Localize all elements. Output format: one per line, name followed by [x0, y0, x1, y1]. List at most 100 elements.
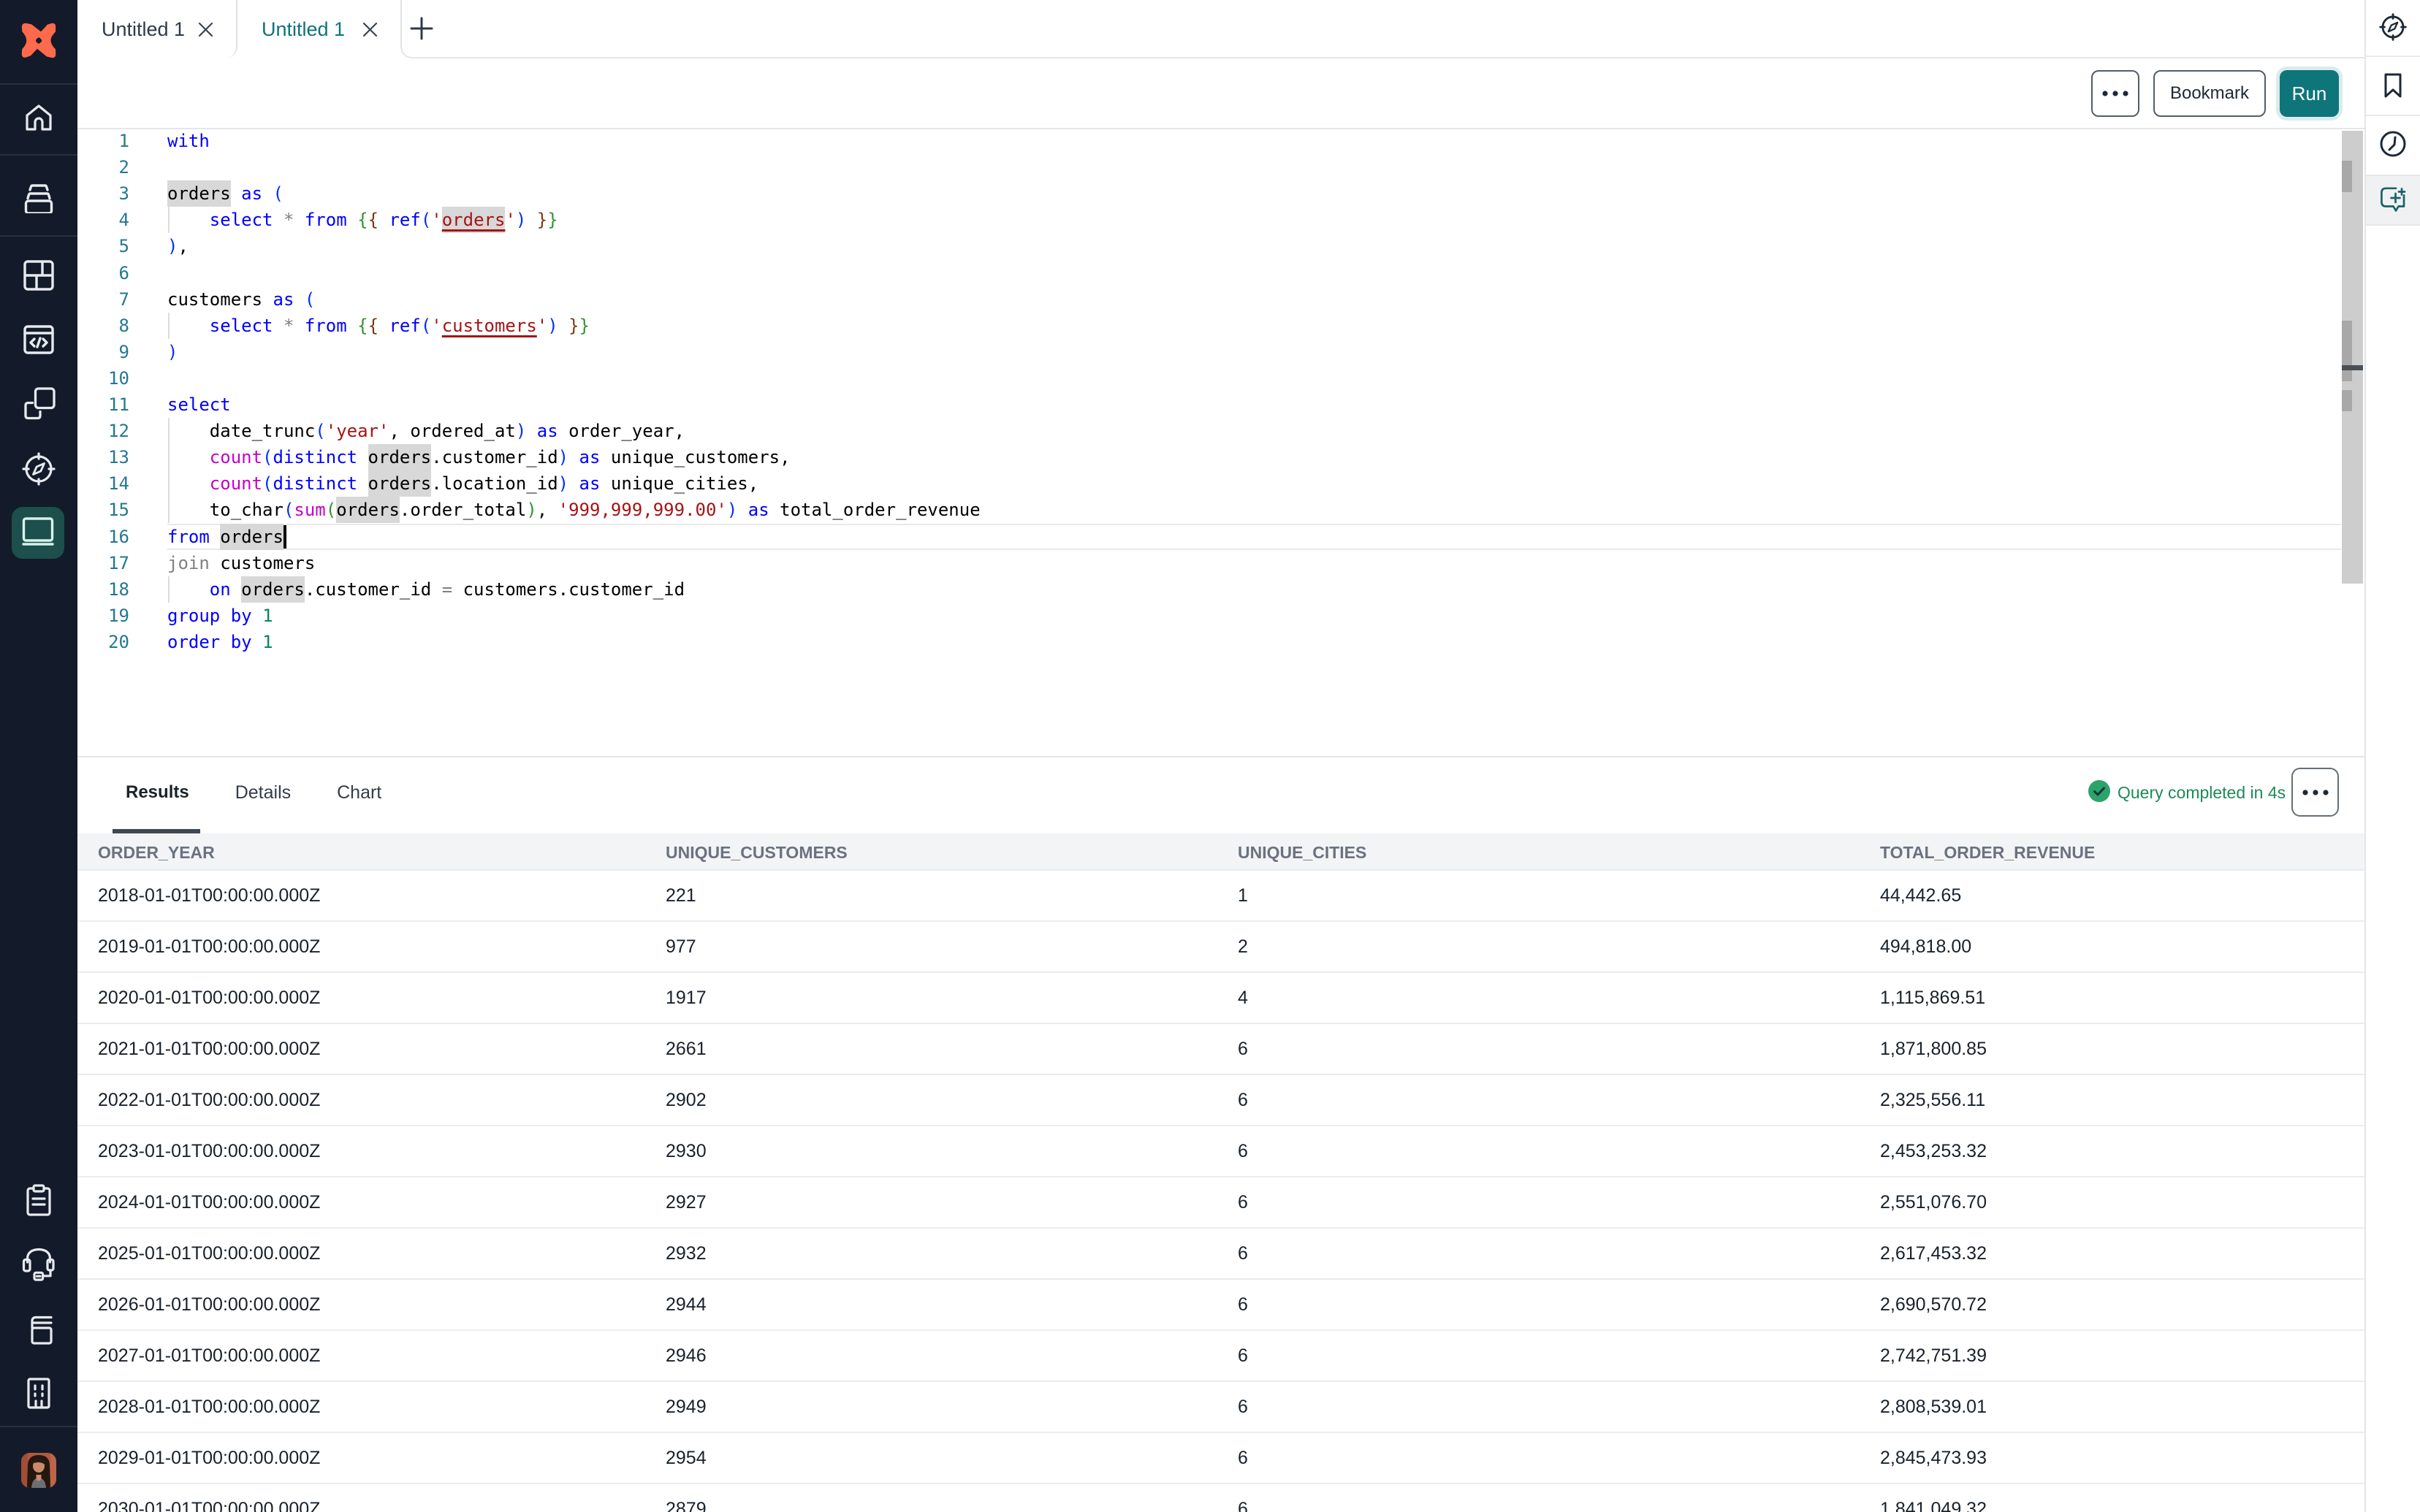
code-line-8[interactable]: 8 select * from {{ ref('customers') }} [77, 313, 2364, 339]
text-cursor [284, 525, 286, 549]
line-number: 1 [77, 128, 129, 154]
table-cell: 2954 [666, 1433, 707, 1483]
line-number: 3 [77, 180, 129, 207]
run-button[interactable]: Run [2280, 70, 2339, 117]
line-number: 9 [77, 339, 129, 365]
new-tab-button[interactable] [406, 12, 438, 45]
code-line-13[interactable]: 13 count(distinct orders.customer_id) as… [77, 444, 2364, 470]
code-line-6[interactable]: 6 [77, 260, 2364, 286]
table-row: 2021-01-01T00:00:00.000Z266161,871,800.8… [77, 1024, 2364, 1075]
table-cell: 2023-01-01T00:00:00.000Z [98, 1126, 320, 1176]
table-cell: 2027-01-01T00:00:00.000Z [98, 1331, 320, 1381]
code-line-1[interactable]: 1with [77, 128, 2364, 154]
table-cell: 2949 [666, 1382, 707, 1432]
code-line-7[interactable]: 7customers as ( [77, 286, 2364, 313]
tab-untitled-2-active[interactable]: Untitled 1 [237, 0, 400, 58]
editor-more-options-button[interactable] [2091, 70, 2139, 117]
code-line-12[interactable]: 12 date_trunc('year', ordered_at) as ord… [77, 418, 2364, 444]
code-line-20[interactable]: 20order by 1 [77, 629, 2364, 655]
clipboard-icon [23, 1183, 55, 1217]
results-tab-details[interactable]: Details [222, 757, 304, 828]
bookmark-button[interactable]: Bookmark [2153, 70, 2266, 117]
right-sidebar-item-explore[interactable] [2366, 11, 2420, 46]
line-number: 16 [77, 524, 129, 550]
sql-code-editor[interactable]: 1with23orders as (4 select * from {{ ref… [77, 128, 2364, 756]
home-icon [22, 102, 56, 135]
sidebar-item-windows[interactable] [0, 387, 77, 421]
table-cell: 2,690,570.72 [1880, 1280, 1987, 1329]
book-icon [23, 1312, 55, 1345]
sidebar-item-home[interactable] [0, 101, 77, 136]
headset-icon [22, 1248, 56, 1281]
table-cell: 2029-01-01T00:00:00.000Z [98, 1433, 320, 1483]
code-line-3[interactable]: 3orders as ( [77, 180, 2364, 207]
table-cell: 6 [1238, 1331, 1248, 1381]
user-avatar[interactable] [21, 1453, 56, 1488]
table-cell: 2930 [666, 1126, 707, 1176]
sidebar-item-organization[interactable] [0, 1375, 77, 1410]
laptop-icon [21, 514, 55, 551]
tab-close-icon[interactable] [362, 21, 378, 38]
table-row: 2024-01-01T00:00:00.000Z292762,551,076.7… [77, 1177, 2364, 1229]
tab-label: Untitled 1 [262, 18, 345, 41]
right-sidebar-item-bookmarks[interactable] [2366, 69, 2420, 104]
sidebar-item-catalog[interactable] [0, 178, 77, 213]
code-text: select * from {{ ref('orders') }} [167, 207, 558, 233]
table-cell: 6 [1238, 1433, 1248, 1483]
code-line-16[interactable]: 16from orders [77, 524, 2364, 550]
sidebar-item-support[interactable] [0, 1247, 77, 1282]
overview-ruler-mark [2342, 390, 2352, 411]
dbt-logo[interactable] [0, 10, 77, 70]
overview-ruler-cursor-mark [2342, 365, 2363, 370]
code-line-10[interactable]: 10 [77, 365, 2364, 392]
code-line-4[interactable]: 4 select * from {{ ref('orders') }} [77, 207, 2364, 233]
results-tab-chart[interactable]: Chart [324, 757, 395, 828]
tab-close-icon[interactable] [197, 21, 214, 38]
tab-untitled-1[interactable]: Untitled 1 [77, 0, 237, 58]
table-cell: 6 [1238, 1484, 1248, 1512]
main-area: Untitled 1 Untitled 1 Bookmark Run 1with… [77, 0, 2364, 1512]
table-row: 2018-01-01T00:00:00.000Z221144,442.65 [77, 871, 2364, 922]
code-line-11[interactable]: 11select [77, 392, 2364, 418]
code-line-18[interactable]: 18 on orders.customer_id = customers.cus… [77, 576, 2364, 603]
code-line-19[interactable]: 19group by 1 [77, 603, 2364, 629]
indent-guide [168, 418, 170, 523]
table-cell: 2,617,453.32 [1880, 1229, 1987, 1278]
column-header-order_year: ORDER_YEAR [98, 840, 215, 865]
code-line-15[interactable]: 15 to_char(sum(orders.order_total), '999… [77, 497, 2364, 523]
code-text: select [167, 392, 231, 418]
sidebar-item-docs[interactable] [0, 1311, 77, 1346]
results-table-header: ORDER_YEARUNIQUE_CUSTOMERSUNIQUE_CITIEST… [77, 833, 2364, 871]
results-more-options-button[interactable] [2291, 768, 2339, 817]
results-tab-results[interactable]: Results [113, 757, 202, 828]
table-cell: 2026-01-01T00:00:00.000Z [98, 1280, 320, 1329]
table-cell: 2927 [666, 1177, 707, 1227]
line-number: 10 [77, 365, 129, 392]
line-number: 14 [77, 470, 129, 497]
sidebar-item-studio-active[interactable] [12, 507, 64, 559]
code-line-14[interactable]: 14 count(distinct orders.location_id) as… [77, 470, 2364, 497]
code-text: count(distinct orders.customer_id) as un… [167, 444, 791, 470]
table-cell: 2661 [666, 1024, 707, 1074]
code-line-5[interactable]: 5), [77, 233, 2364, 259]
right-sidebar-divider [2366, 115, 2420, 116]
code-line-2[interactable]: 2 [77, 154, 2364, 180]
line-number: 13 [77, 444, 129, 470]
code-line-9[interactable]: 9) [77, 339, 2364, 365]
sidebar-item-tasks[interactable] [0, 1183, 77, 1218]
line-number: 5 [77, 233, 129, 259]
sidebar-item-explore[interactable] [0, 451, 77, 486]
sidebar-item-dashboard[interactable] [0, 258, 77, 293]
code-text: ), [167, 233, 189, 259]
right-sidebar-item-copilot[interactable] [2366, 182, 2420, 217]
sidebar-item-code-editor[interactable] [0, 322, 77, 357]
code-line-17[interactable]: 17join customers [77, 550, 2364, 576]
line-number: 6 [77, 260, 129, 286]
column-header-total_order_revenue: TOTAL_ORDER_REVENUE [1880, 840, 2095, 865]
right-sidebar-item-history[interactable] [2366, 128, 2420, 163]
table-cell: 1 [1238, 871, 1248, 920]
query-status: Query completed in 4s [2088, 780, 2286, 806]
windows-copy-icon [22, 387, 56, 421]
results-panel: Results Details Chart Query completed in 4… [77, 756, 2364, 1512]
bookmark-button-label: Bookmark [2170, 83, 2249, 104]
